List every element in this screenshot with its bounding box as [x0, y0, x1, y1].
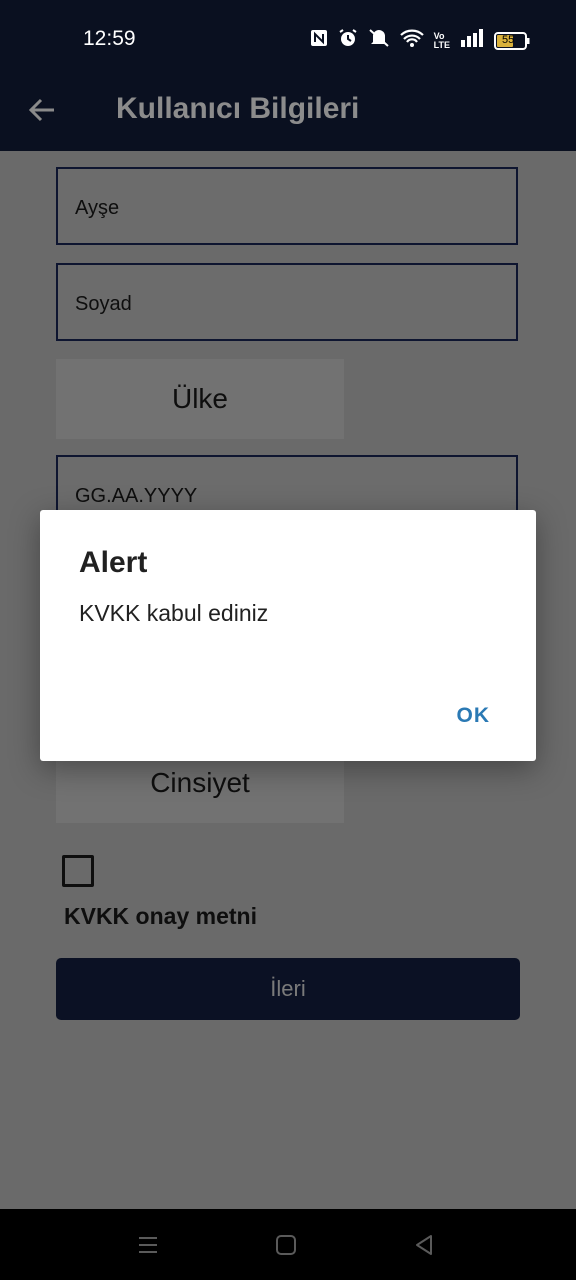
first-name-value: Ayşe [75, 197, 120, 219]
system-nav-bar [0, 1209, 576, 1280]
nfc-icon [310, 29, 328, 52]
birthdate-placeholder: GG.AA.YYYY [75, 485, 198, 507]
status-bar: 12:59 Vo LTE 55 [0, 0, 576, 78]
back-arrow-icon[interactable] [26, 94, 58, 126]
alert-dialog: Alert KVKK kabul ediniz OK [40, 510, 536, 761]
ok-button[interactable]: OK [457, 704, 491, 728]
volte-icon: Vo LTE [433, 30, 450, 50]
signal-icon [460, 29, 484, 52]
kvkk-label: KVKK onay metni [64, 903, 257, 929]
app-bar: Kullanıcı Bilgileri [0, 78, 576, 151]
dialog-title: Alert [79, 546, 148, 579]
wifi-icon [399, 29, 424, 52]
battery-icon: 55 [494, 31, 530, 50]
kvkk-checkbox[interactable] [62, 855, 94, 887]
status-icons: Vo LTE 55 [310, 28, 530, 53]
next-button[interactable]: İleri [56, 958, 520, 1020]
last-name-placeholder: Soyad [75, 293, 132, 315]
status-time: 12:59 [83, 27, 136, 50]
first-name-field[interactable]: Ayşe [56, 167, 518, 245]
battery-level: 55 [502, 33, 515, 46]
country-picker[interactable]: Ülke [56, 359, 344, 439]
menu-icon[interactable] [136, 1233, 160, 1257]
last-name-field[interactable]: Soyad [56, 263, 518, 341]
dialog-message: KVKK kabul ediniz [79, 600, 269, 626]
page-title: Kullanıcı Bilgileri [116, 92, 360, 125]
back-icon[interactable] [412, 1233, 436, 1257]
home-icon[interactable] [274, 1233, 298, 1257]
alarm-icon [338, 28, 358, 53]
mute-icon [368, 28, 390, 53]
